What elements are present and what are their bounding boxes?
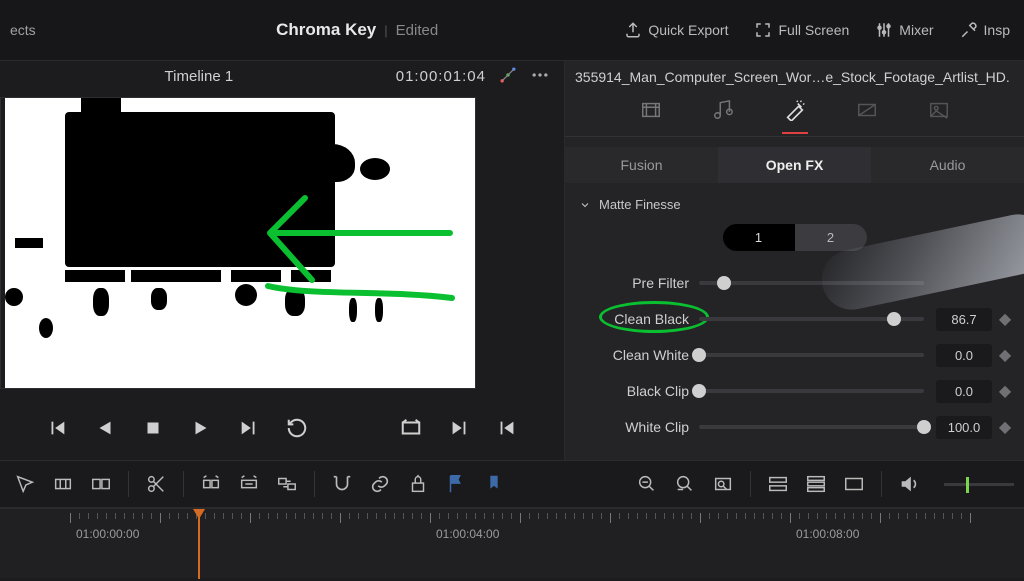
mute-button[interactable]: [894, 473, 924, 495]
link-button[interactable]: [365, 473, 395, 495]
timeline-zoom-slider[interactable]: [944, 483, 1014, 486]
snap-button[interactable]: [327, 473, 357, 495]
clip-name: 355914_Man_Computer_Screen_Wor…e_Stock_F…: [565, 61, 1024, 93]
keyframe-icon[interactable]: ◆: [992, 309, 1018, 329]
fx-tab-group: Fusion Open FX Audio: [565, 147, 1024, 183]
zoom-fit-button[interactable]: [670, 473, 700, 495]
slider-track[interactable]: [699, 353, 924, 357]
segment-2[interactable]: 2: [795, 224, 867, 251]
insert-clip-button[interactable]: [196, 473, 226, 495]
stop-button[interactable]: [142, 417, 164, 442]
effects-label: ects: [10, 22, 90, 38]
play-button[interactable]: [190, 417, 212, 442]
slider-track[interactable]: [699, 317, 924, 321]
replace-clip-button[interactable]: [272, 473, 302, 495]
time-ruler[interactable]: 01:00:00:00 01:00:04:00 01:00:08:00: [70, 513, 1024, 543]
timeline-view-c[interactable]: [839, 473, 869, 495]
tab-audio-icon[interactable]: [710, 99, 736, 134]
viewer[interactable]: [5, 98, 475, 388]
ripple-tool[interactable]: [86, 473, 116, 495]
project-status: Edited: [396, 22, 439, 39]
slider-clean-white: Clean White 0.0 ◆: [565, 337, 1024, 373]
wand-icon: [498, 65, 518, 85]
full-screen-button[interactable]: Full Screen: [754, 21, 849, 39]
slider-clean-black: Clean Black 86.7 ◆: [565, 301, 1024, 337]
go-start-button[interactable]: [46, 417, 68, 442]
slider-black-clip: Black Clip 0.0 ◆: [565, 373, 1024, 409]
slider-value[interactable]: 86.7: [936, 308, 992, 331]
tab-image-icon[interactable]: [926, 99, 952, 134]
inspector-button[interactable]: Insp: [960, 21, 1010, 39]
playhead[interactable]: [198, 509, 200, 579]
upload-icon: [624, 21, 642, 39]
tab-fusion[interactable]: Fusion: [565, 147, 718, 183]
razor-tool[interactable]: [141, 473, 171, 495]
slider-pre-filter: Pre Filter: [565, 265, 1024, 301]
tools-icon: [960, 21, 978, 39]
ruler-label: 01:00:04:00: [436, 527, 499, 541]
overwrite-clip-button[interactable]: [234, 473, 264, 495]
match-frame-button[interactable]: [400, 417, 422, 442]
slider-track[interactable]: [699, 281, 924, 285]
slider-label: White Clip: [565, 419, 699, 435]
zoom-custom-button[interactable]: [708, 473, 738, 495]
prev-clip-button[interactable]: [496, 417, 518, 442]
keyframe-icon[interactable]: ◆: [992, 381, 1018, 401]
slider-value[interactable]: 0.0: [936, 344, 992, 367]
selection-tool[interactable]: [10, 473, 40, 495]
tab-effects-icon[interactable]: [782, 99, 808, 134]
title-separator: |: [384, 23, 387, 38]
topbar: ects Chroma Key | Edited Quick Export Fu…: [0, 0, 1024, 60]
slider-label: Black Clip: [565, 383, 699, 399]
fullscreen-icon: [754, 21, 772, 39]
slider-value[interactable]: 100.0: [936, 416, 992, 439]
segment-1[interactable]: 1: [723, 224, 795, 251]
project-title: Chroma Key: [276, 20, 376, 40]
inspector-pane: 355914_Man_Computer_Screen_Wor…e_Stock_F…: [565, 61, 1024, 460]
timeline-title: Timeline 1: [14, 68, 384, 85]
position-lock-button[interactable]: [403, 473, 433, 495]
loop-button[interactable]: [286, 417, 308, 442]
timecode[interactable]: 01:00:01:04: [396, 68, 486, 85]
slider-label: Clean Black: [565, 311, 699, 327]
slider-value[interactable]: 0.0: [936, 380, 992, 403]
edit-toolbar: [0, 460, 1024, 508]
viewer-pane: Timeline 1 01:00:01:04: [0, 61, 565, 460]
mixer-icon: [875, 21, 893, 39]
slider-white-clip: White Clip 100.0 ◆: [565, 409, 1024, 445]
tab-transition-icon[interactable]: [854, 99, 880, 134]
trim-tool[interactable]: [48, 473, 78, 495]
go-end-button[interactable]: [238, 417, 260, 442]
matte-finesse-header[interactable]: Matte Finesse: [565, 183, 1024, 218]
tab-audio[interactable]: Audio: [871, 147, 1024, 183]
chevron-down-icon: [579, 199, 591, 211]
mixer-button[interactable]: Mixer: [875, 21, 933, 39]
slider-label: Pre Filter: [565, 275, 699, 291]
tab-openfx[interactable]: Open FX: [718, 147, 871, 183]
viewer-options-button[interactable]: [530, 65, 550, 88]
timeline-view-a[interactable]: [763, 473, 793, 495]
next-clip-button[interactable]: [448, 417, 470, 442]
flag-button[interactable]: [441, 473, 471, 495]
timeline[interactable]: 01:00:00:00 01:00:04:00 01:00:08:00: [0, 508, 1024, 578]
matte-page-segment[interactable]: 1 2: [723, 224, 867, 251]
color-wand-button[interactable]: [498, 65, 518, 88]
slider-track[interactable]: [699, 389, 924, 393]
keyframe-icon[interactable]: ◆: [992, 417, 1018, 437]
more-icon: [530, 65, 550, 85]
play-reverse-button[interactable]: [94, 417, 116, 442]
timeline-view-b[interactable]: [801, 473, 831, 495]
ruler-label: 01:00:00:00: [76, 527, 139, 541]
ruler-label: 01:00:08:00: [796, 527, 859, 541]
marker-button[interactable]: [479, 473, 509, 495]
transport-controls: [0, 393, 564, 442]
keyframe-icon[interactable]: ◆: [992, 345, 1018, 365]
slider-label: Clean White: [565, 347, 699, 363]
slider-track[interactable]: [699, 425, 924, 429]
zoom-out-button[interactable]: [632, 473, 662, 495]
tab-video-icon[interactable]: [638, 99, 664, 134]
quick-export-button[interactable]: Quick Export: [624, 21, 728, 39]
